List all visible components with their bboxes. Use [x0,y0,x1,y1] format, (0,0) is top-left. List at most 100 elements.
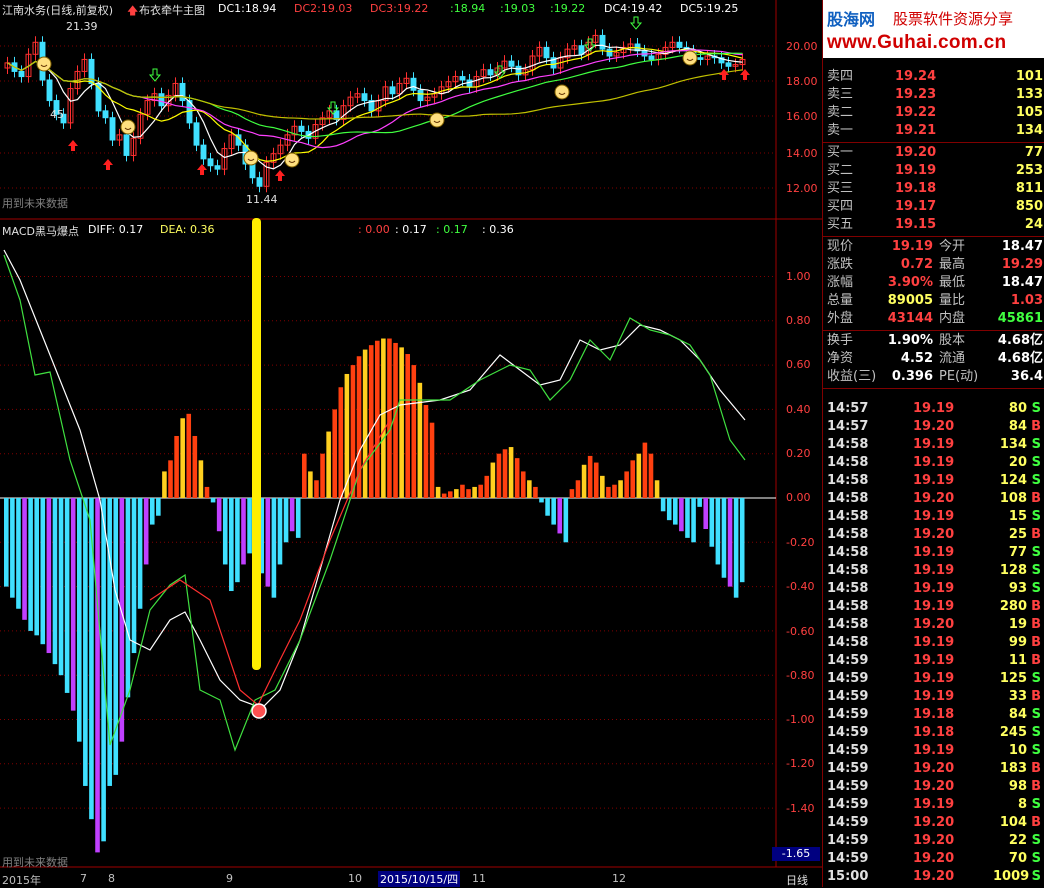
tick-row[interactable]: 14:59 19.20 104 B [823,814,1044,832]
macd-bar [40,498,46,645]
tick-price: 19.19 [913,689,955,704]
tick-row[interactable]: 14:59 19.20 98 B [823,778,1044,796]
tick-volume: 25 [1008,527,1027,542]
tick-price: 19.19 [913,743,955,758]
tick-row[interactable]: 14:58 19.19 15 S [823,508,1044,526]
tick-direction: S [1031,401,1041,416]
tick-row[interactable]: 14:57 19.20 84 B [823,418,1044,436]
macd-axis-label: -1.20 [786,757,815,770]
tick-direction: S [1031,455,1041,470]
stat-value: 45861 [997,311,1043,326]
tick-row[interactable]: 14:58 19.20 25 B [823,526,1044,544]
macd-bar [332,409,338,498]
tick-row[interactable]: 14:59 19.20 22 S [823,832,1044,850]
tick-row[interactable]: 14:58 19.19 280 B [823,598,1044,616]
bid-label: 买四 [827,199,854,214]
ma-line-10 [7,46,743,162]
tick-row[interactable]: 15:00 19.20 1009 S [823,868,1044,886]
macd-bar [222,498,228,565]
tick-time: 14:59 [827,653,869,668]
macd-bar [247,498,252,554]
stat-row: 外盘 43144 内盘 45861 [823,310,1044,328]
macd-bar [691,498,696,543]
macd-bar [149,498,155,525]
bid-label: 买三 [827,181,854,196]
macd-axis-label: -0.60 [786,625,815,638]
dc3-value: DC3:19.22 [370,2,429,15]
stat-label: 最高 [939,257,966,272]
ask-price: 19.23 [895,87,937,102]
high-price-label: 21.39 [66,20,98,33]
tick-row[interactable]: 14:58 19.19 128 S [823,562,1044,580]
macd-bar [387,338,392,498]
macd-bar [326,431,331,498]
candle-down [697,57,704,60]
tick-price: 19.18 [913,725,955,740]
candle-down [410,77,417,91]
macd-bar [606,486,611,498]
macd-bar [52,498,58,665]
tick-row[interactable]: 14:58 19.19 77 S [823,544,1044,562]
macd-bar [131,498,137,654]
tick-row[interactable]: 14:59 19.20 70 S [823,850,1044,868]
ask-price: 19.22 [895,105,937,120]
macd-bar [721,498,727,578]
candle-down [417,89,424,102]
stat-value: 19.29 [1001,257,1043,272]
tick-row[interactable]: 14:58 19.19 93 S [823,580,1044,598]
chart-canvas[interactable] [0,0,822,887]
tick-volume: 245 [999,725,1027,740]
tick-row[interactable]: 14:59 19.19 11 B [823,652,1044,670]
tick-price: 19.19 [913,653,955,668]
tick-row[interactable]: 14:59 19.19 125 S [823,670,1044,688]
macd-bar [28,498,33,631]
price-axis-label: 16.00 [786,110,818,123]
tick-row[interactable]: 14:57 19.19 80 S [823,400,1044,418]
macd-bar [368,345,374,498]
sell-arrow-icon [629,16,643,30]
tick-row[interactable]: 14:59 19.18 84 S [823,706,1044,724]
candle-down [676,41,683,48]
tick-row[interactable]: 14:58 19.20 108 B [823,490,1044,508]
tick-row[interactable]: 14:58 19.19 20 S [823,454,1044,472]
period-label[interactable]: 日线 [786,872,808,888]
tick-row[interactable]: 14:59 19.18 245 S [823,724,1044,742]
macd-a: : 0.00 [358,223,390,236]
macd-bar [454,489,459,498]
tick-direction: S [1031,437,1041,452]
smiley-icon [284,152,300,168]
macd-bar [156,498,161,516]
tick-row[interactable]: 14:58 19.19 134 S [823,436,1044,454]
tick-row[interactable]: 14:58 19.19 124 S [823,472,1044,490]
macd-current-value: -1.65 [772,847,820,861]
macd-bar [660,498,666,512]
tick-row[interactable]: 14:59 19.20 183 B [823,760,1044,778]
tick-row[interactable]: 14:58 19.19 99 B [823,634,1044,652]
ask-row: 卖一 19.21 134 [823,122,1044,140]
stat-label: 涨幅 [827,275,854,290]
macd-bar [520,471,526,498]
macd-bar [466,489,471,498]
stat-value: 1.90% [887,333,933,348]
ask-volume: 101 [1015,69,1043,84]
dc2-value: DC2:19.03 [294,2,353,15]
tick-time: 14:59 [827,707,869,722]
cursor-marker [252,218,261,670]
divider [823,388,1044,389]
tick-volume: 70 [1008,851,1027,866]
tick-row[interactable]: 14:58 19.20 19 B [823,616,1044,634]
chart-area[interactable]: 江南水务(日线,前复权) 🡅 布衣牵牛主图 DC1:18.94 DC2:19.0… [0,0,822,887]
macd-bar [277,498,283,565]
tick-row[interactable]: 14:59 19.19 10 S [823,742,1044,760]
bid-label: 买五 [827,217,854,232]
tick-direction: S [1031,545,1041,560]
macd-bar [289,498,295,532]
tick-row[interactable]: 14:59 19.19 8 S [823,796,1044,814]
macd-bar [362,349,368,498]
smiley-icon [243,150,259,166]
logo-name: 股海网 [827,10,876,29]
macd-bar [22,498,27,620]
tick-row[interactable]: 14:59 19.19 33 B [823,688,1044,706]
macd-bar [600,475,605,498]
macd-bar [125,498,131,698]
